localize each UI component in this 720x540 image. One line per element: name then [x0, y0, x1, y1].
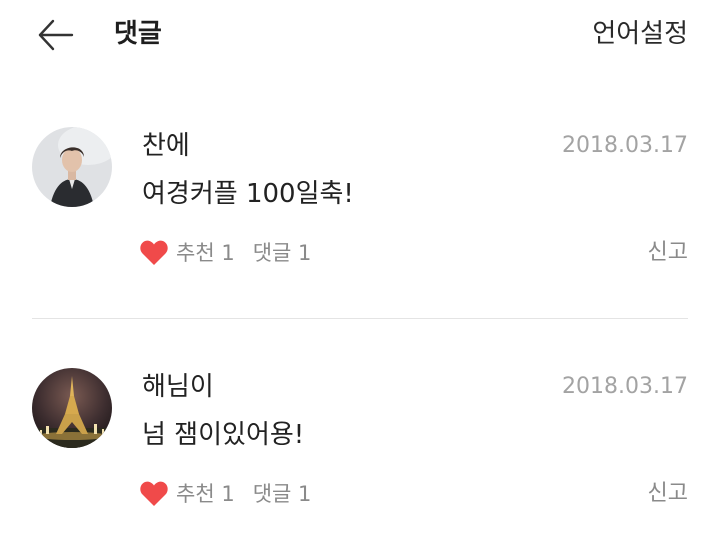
- comment-actions: 추천 1 댓글 1: [138, 478, 311, 510]
- page-title: 댓글: [114, 19, 162, 49]
- language-settings-button[interactable]: 언어설정: [592, 17, 688, 51]
- comment-item: 해님이 2018.03.17 넘 잼이있어용! 추천 1 댓글 1 신고: [0, 368, 720, 538]
- avatar[interactable]: [32, 127, 112, 207]
- report-button[interactable]: 신고: [648, 237, 688, 269]
- like-count[interactable]: 추천 1: [176, 479, 235, 509]
- avatar-photo-icon: [32, 368, 112, 448]
- like-count[interactable]: 추천 1: [176, 238, 235, 268]
- back-button[interactable]: [34, 14, 76, 56]
- avatar[interactable]: [32, 368, 112, 448]
- divider: [32, 318, 688, 319]
- heart-icon: [140, 240, 168, 265]
- comment-date: 2018.03.17: [562, 133, 688, 158]
- comment-item: 찬에 2018.03.17 여경커플 100일축! 추천 1 댓글 1 신고: [0, 127, 720, 297]
- comment-author[interactable]: 찬에: [142, 129, 190, 163]
- comment-actions: 추천 1 댓글 1: [138, 237, 311, 269]
- report-button[interactable]: 신고: [648, 478, 688, 510]
- comment-text: 넘 잼이있어용!: [142, 420, 305, 450]
- like-button[interactable]: [138, 478, 170, 510]
- avatar-photo-icon: [32, 127, 112, 207]
- comment-date: 2018.03.17: [562, 374, 688, 399]
- reply-count[interactable]: 댓글 1: [253, 479, 312, 509]
- like-button[interactable]: [138, 237, 170, 269]
- comment-text: 여경커플 100일축!: [142, 179, 354, 209]
- reply-count[interactable]: 댓글 1: [253, 238, 312, 268]
- heart-icon: [140, 481, 168, 506]
- arrow-left-icon: [38, 19, 74, 51]
- comment-author[interactable]: 해님이: [142, 370, 214, 404]
- top-bar: 댓글 언어설정: [0, 0, 720, 72]
